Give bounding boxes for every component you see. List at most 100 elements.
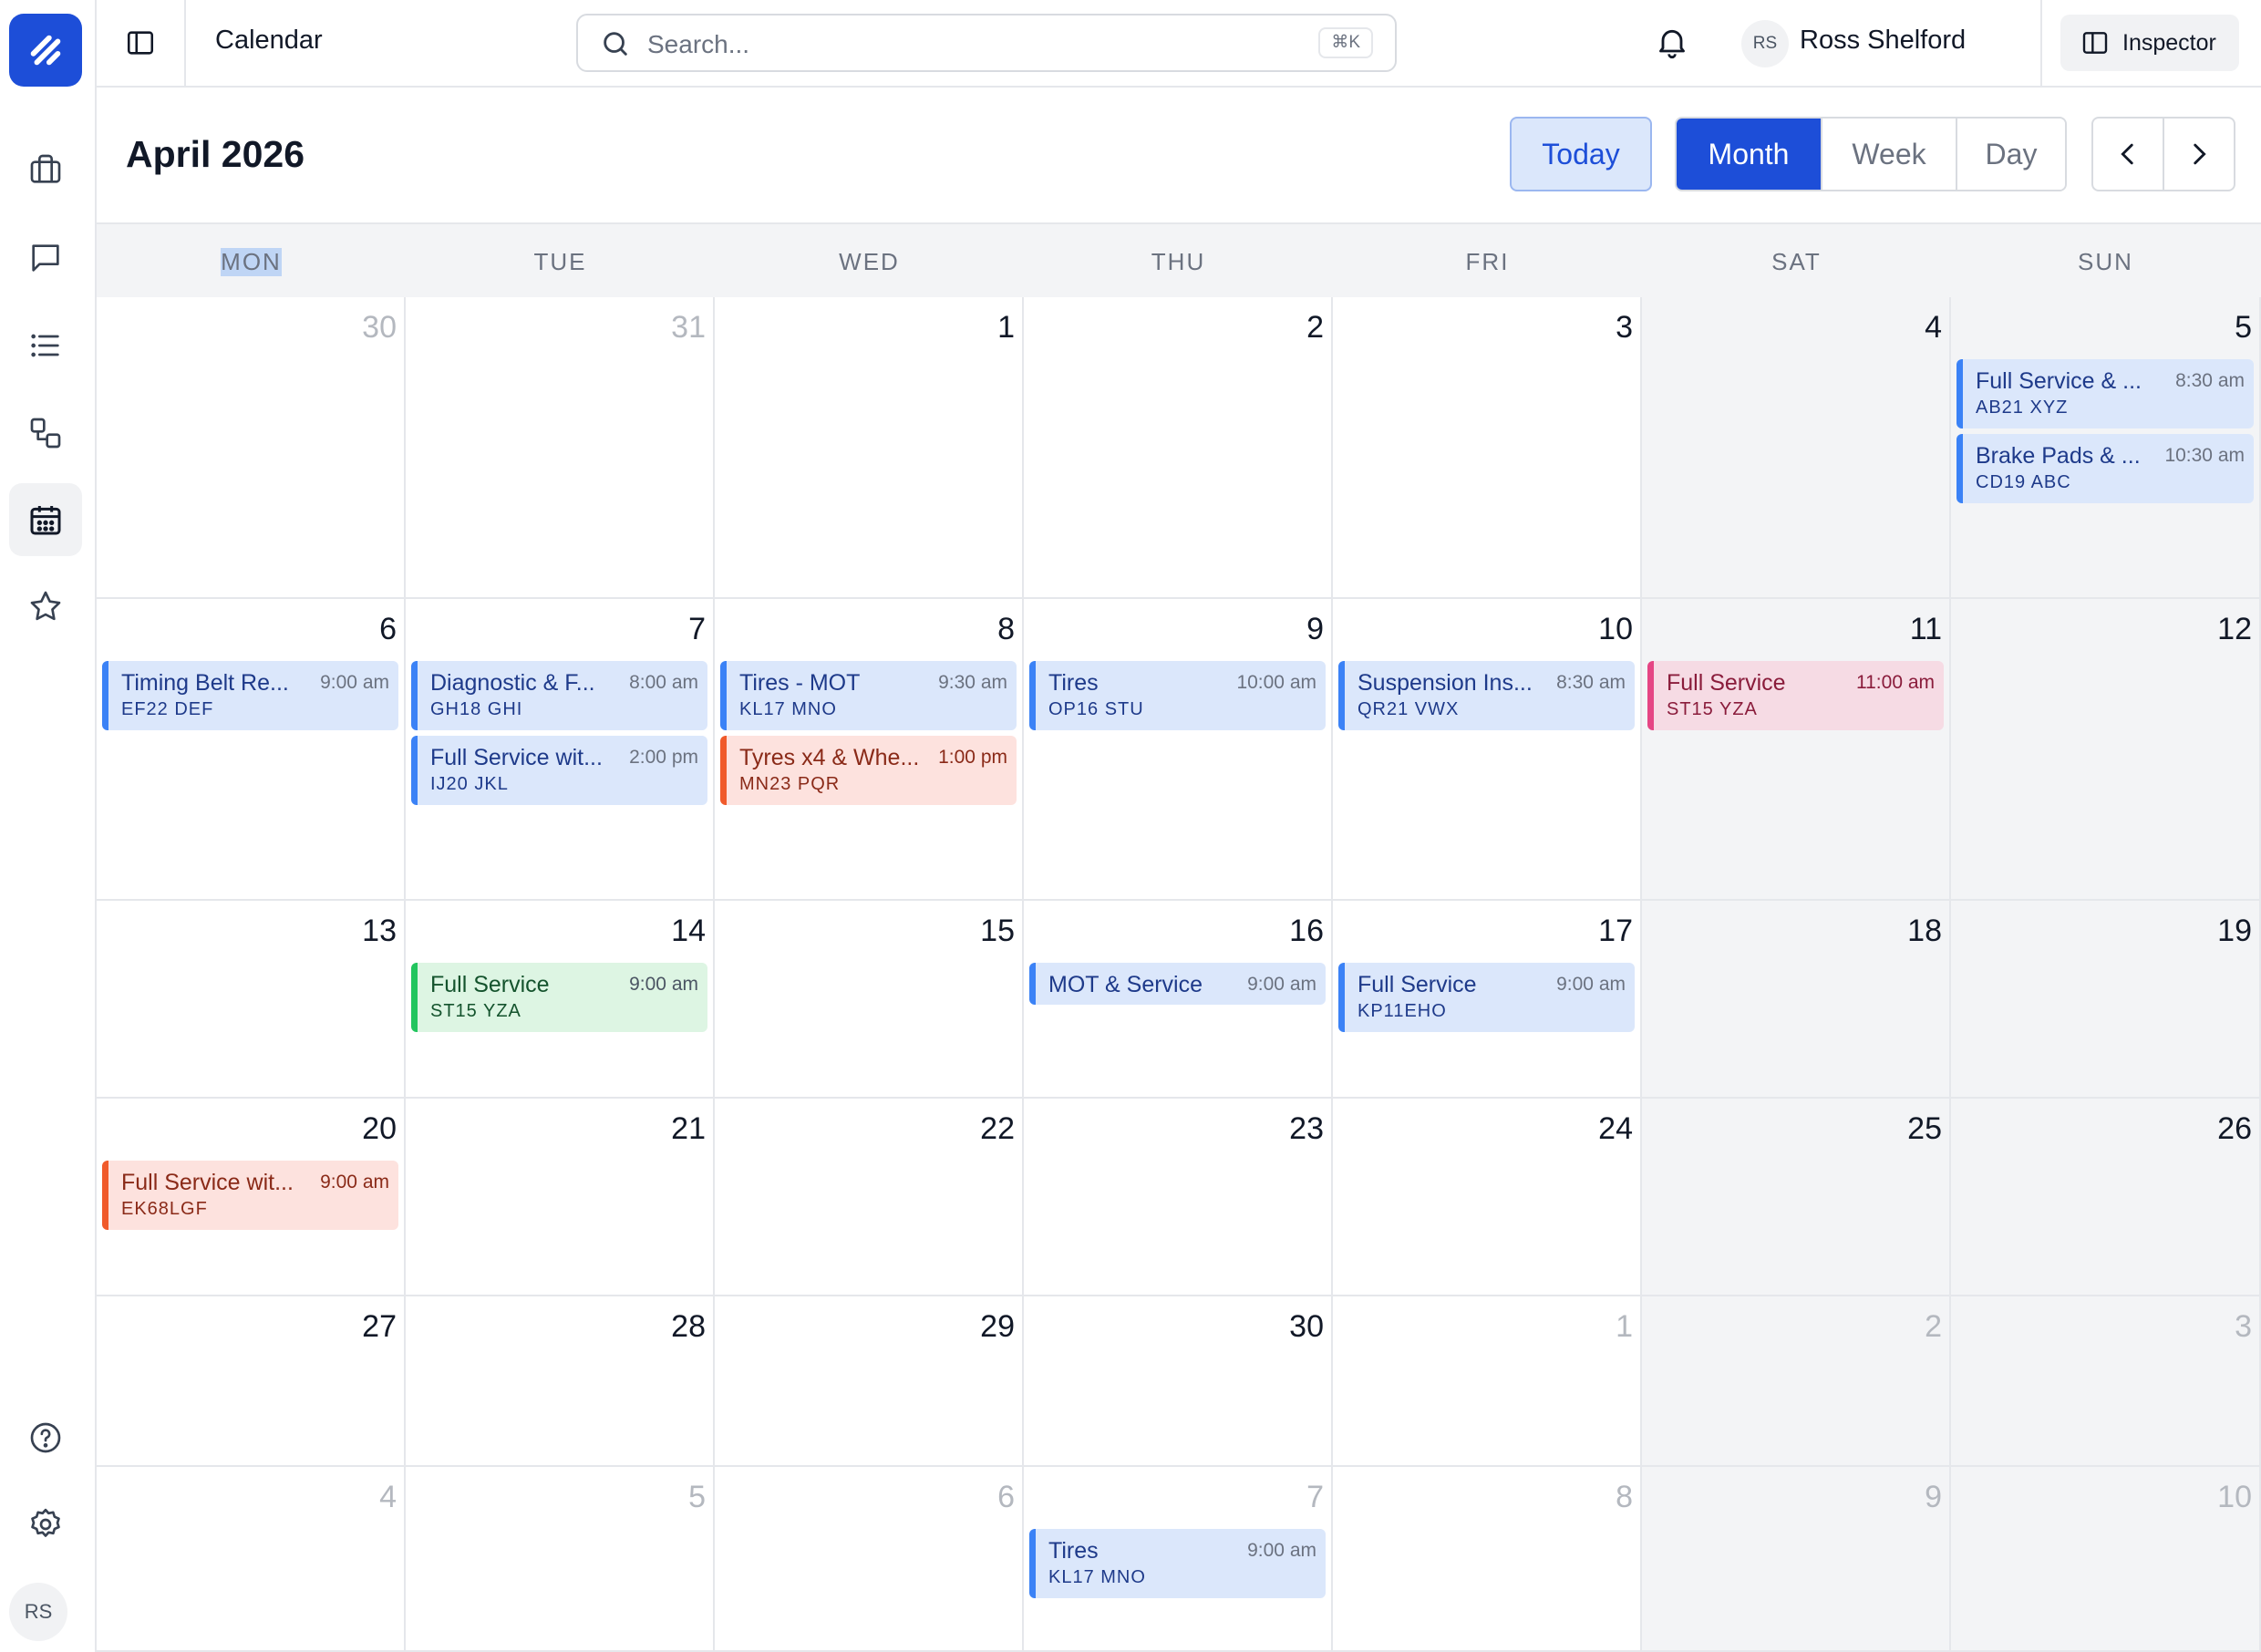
day-number: 17 (1598, 914, 1633, 948)
bell-icon[interactable] (1654, 24, 1690, 60)
day-cell[interactable]: 5 (406, 1467, 715, 1652)
day-cell[interactable]: 2 (1642, 1296, 1951, 1467)
day-cell[interactable]: 26 (1951, 1099, 2261, 1296)
event-plate: QR21 VWX (1358, 699, 1460, 719)
event-plate: EK68LGF (121, 1199, 208, 1219)
event-title: Full Service (1667, 670, 1786, 696)
event-plate: IJ20 JKL (430, 774, 509, 794)
day-number: 25 (1907, 1111, 1942, 1146)
day-cell[interactable]: 30 (1024, 1296, 1333, 1467)
day-number: 8 (1616, 1480, 1633, 1514)
day-cell[interactable]: 27 (97, 1296, 406, 1467)
day-cell[interactable]: 31 (406, 297, 715, 599)
day-cell[interactable]: 23 (1024, 1099, 1333, 1296)
day-cell[interactable]: 7 Tires 9:00 am KL17 MNO (1024, 1467, 1333, 1652)
day-cell[interactable]: 18 (1642, 901, 1951, 1099)
day-cell[interactable]: 2 (1024, 297, 1333, 599)
calendar-event[interactable]: Full Service 9:00 am ST15 YZA (411, 963, 707, 1032)
day-cell[interactable]: 4 (97, 1467, 406, 1652)
calendar-event[interactable]: Tires 10:00 am OP16 STU (1029, 661, 1326, 730)
calendar-event[interactable]: Diagnostic & F... 8:00 am GH18 GHI (411, 661, 707, 730)
day-cell[interactable]: 1 (715, 297, 1024, 599)
day-cell[interactable]: 17 Full Service 9:00 am KP11EHO (1333, 901, 1642, 1099)
weekday-label: WED (839, 247, 900, 275)
next-month-button[interactable] (2163, 119, 2234, 190)
calendar-event[interactable]: Full Service wit... 2:00 pm IJ20 JKL (411, 736, 707, 805)
today-button[interactable]: Today (1510, 117, 1652, 191)
calendar-event[interactable]: Full Service 11:00 am ST15 YZA (1647, 661, 1944, 730)
tab-week[interactable]: Week (1821, 119, 1956, 190)
day-cell[interactable]: 16 MOT & Service 9:00 am (1024, 901, 1333, 1099)
event-plate: ST15 YZA (1667, 699, 1758, 719)
day-number: 23 (1289, 1111, 1324, 1146)
day-number: 7 (688, 612, 706, 646)
avatar[interactable]: RS (9, 1583, 67, 1641)
inspector-button[interactable]: Inspector (2060, 15, 2239, 71)
day-cell[interactable]: 7 Diagnostic & F... 8:00 am GH18 GHI Full Se… (406, 599, 715, 901)
calendar-event[interactable]: Timing Belt Re... 9:00 am EF22 DEF (102, 661, 398, 730)
day-number: 30 (362, 310, 397, 345)
day-cell[interactable]: 10 (1951, 1467, 2261, 1652)
day-cell[interactable]: 30 (97, 297, 406, 599)
calendar-event[interactable]: Brake Pads & ... 10:30 am CD19 ABC (1956, 434, 2254, 503)
day-cell[interactable]: 4 (1642, 297, 1951, 599)
day-cell[interactable]: 21 (406, 1099, 715, 1296)
day-cell[interactable]: 11 Full Service 11:00 am ST15 YZA (1642, 599, 1951, 901)
calendar-event[interactable]: Tires 9:00 am KL17 MNO (1029, 1529, 1326, 1598)
event-plate: CD19 ABC (1976, 472, 2071, 492)
day-cell[interactable]: 1 (1333, 1296, 1642, 1467)
workflow-icon[interactable] (9, 397, 82, 470)
calendar-icon[interactable] (9, 483, 82, 556)
day-cell[interactable]: 19 (1951, 901, 2261, 1099)
search-input[interactable]: Search... ⌘K (576, 14, 1397, 72)
day-cell[interactable]: 22 (715, 1099, 1024, 1296)
day-cell[interactable]: 5 Full Service & ... 8:30 am AB21 XYZ Brake … (1951, 297, 2261, 599)
day-cell[interactable]: 8 (1333, 1467, 1642, 1652)
day-cell[interactable]: 3 (1951, 1296, 2261, 1467)
day-cell[interactable]: 28 (406, 1296, 715, 1467)
day-cell[interactable]: 20 Full Service wit... 9:00 am EK68LGF (97, 1099, 406, 1296)
day-number: 7 (1306, 1480, 1324, 1514)
calendar-event[interactable]: Full Service wit... 9:00 am EK68LGF (102, 1161, 398, 1230)
list-icon[interactable] (9, 309, 82, 382)
weekday-label: TUE (533, 247, 587, 275)
day-number: 9 (1925, 1480, 1942, 1514)
user-name[interactable]: Ross Shelford (1800, 26, 1966, 56)
day-number: 1 (997, 310, 1015, 345)
day-cell[interactable]: 29 (715, 1296, 1024, 1467)
calendar-event[interactable]: MOT & Service 9:00 am (1029, 963, 1326, 1005)
calendar-event[interactable]: Suspension Ins... 8:30 am QR21 VWX (1338, 661, 1635, 730)
day-cell[interactable]: 8 Tires - MOT 9:30 am KL17 MNO Tyres x4 & Wh… (715, 599, 1024, 901)
day-cell[interactable]: 9 (1642, 1467, 1951, 1652)
day-number: 21 (671, 1111, 706, 1146)
day-cell[interactable]: 10 Suspension Ins... 8:30 am QR21 VWX (1333, 599, 1642, 901)
day-cell[interactable]: 3 (1333, 297, 1642, 599)
calendar-event[interactable]: Full Service 9:00 am KP11EHO (1338, 963, 1635, 1032)
user-avatar[interactable]: RS (1741, 20, 1789, 67)
settings-icon[interactable] (9, 1488, 82, 1561)
logo-icon[interactable] (9, 14, 82, 87)
calendar-event[interactable]: Full Service & ... 8:30 am AB21 XYZ (1956, 359, 2254, 428)
day-number: 3 (2235, 1309, 2252, 1344)
day-cell[interactable]: 6 Timing Belt Re... 9:00 am EF22 DEF (97, 599, 406, 901)
day-cell[interactable]: 9 Tires 10:00 am OP16 STU (1024, 599, 1333, 901)
tab-month[interactable]: Month (1677, 119, 1821, 190)
star-icon[interactable] (9, 570, 82, 643)
calendar-event[interactable]: Tyres x4 & Whe... 1:00 pm MN23 PQR (720, 736, 1017, 805)
day-number: 16 (1289, 914, 1324, 948)
day-cell[interactable]: 6 (715, 1467, 1024, 1652)
sidebar-toggle-icon[interactable] (97, 0, 186, 86)
calendar-event[interactable]: Tires - MOT 9:30 am KL17 MNO (720, 661, 1017, 730)
day-cell[interactable]: 14 Full Service 9:00 am ST15 YZA (406, 901, 715, 1099)
tab-day[interactable]: Day (1956, 119, 2065, 190)
day-cell[interactable]: 25 (1642, 1099, 1951, 1296)
day-cell[interactable]: 12 (1951, 599, 2261, 901)
day-cell[interactable]: 24 (1333, 1099, 1642, 1296)
day-cell[interactable]: 13 (97, 901, 406, 1099)
message-icon[interactable] (9, 222, 82, 294)
help-icon[interactable] (9, 1401, 82, 1474)
day-cell[interactable]: 15 (715, 901, 1024, 1099)
prev-month-button[interactable] (2093, 119, 2163, 190)
briefcase-icon[interactable] (9, 133, 82, 206)
day-number: 1 (1616, 1309, 1633, 1344)
